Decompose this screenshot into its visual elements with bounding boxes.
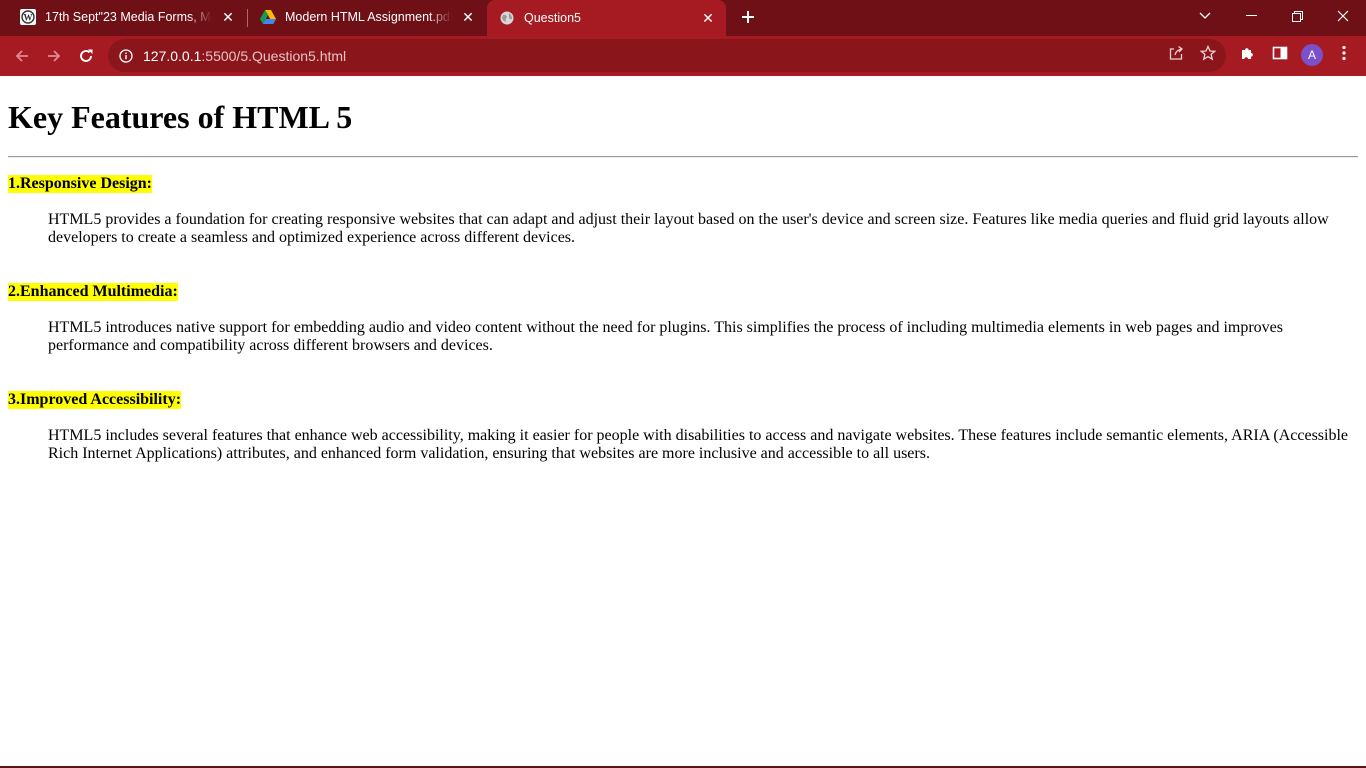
tab-question5-active[interactable]: Question5 ✕ — [487, 0, 726, 36]
forward-button[interactable] — [40, 42, 68, 70]
reload-button[interactable] — [72, 42, 100, 70]
tab-title: Question5 — [524, 11, 581, 25]
arrow-left-icon — [15, 50, 28, 62]
divider — [8, 156, 1358, 158]
kebab-menu-icon — [1342, 45, 1346, 61]
tab-title: Modern HTML Assignment.pdf - — [285, 10, 452, 24]
url-path: :5500/5.Question5.html — [201, 47, 347, 64]
google-drive-icon — [260, 9, 276, 25]
tab-modern-html-assignment[interactable]: Modern HTML Assignment.pdf - ✕ — [248, 0, 486, 34]
feature-text-enhanced-multimedia: HTML5 introduces native support for embe… — [48, 319, 1284, 354]
share-icon — [1169, 45, 1184, 60]
back-button[interactable] — [8, 42, 36, 70]
url-text: 127.0.0.1:5500/5.Question5.html — [143, 48, 346, 64]
reload-icon — [80, 49, 93, 62]
browser-toolbar: 127.0.0.1:5500/5.Question5.html A — [0, 36, 1366, 76]
page-viewport: Key Features of HTML 5 1.Responsive Desi… — [0, 76, 1366, 768]
feature-title-enhanced-multimedia: 2.Enhanced Multimedia: — [8, 283, 178, 301]
url-host: 127.0.0.1 — [143, 47, 202, 64]
puzzle-icon — [1242, 48, 1253, 59]
feature-text-responsive-design: HTML5 provides a foundation for creating… — [48, 211, 1329, 246]
star-icon — [1200, 45, 1216, 61]
restore-icon — [1291, 10, 1303, 22]
plus-icon — [742, 11, 754, 23]
close-icon[interactable]: ✕ — [218, 7, 238, 27]
bookmark-button[interactable] — [1197, 42, 1219, 64]
close-icon — [1337, 10, 1349, 22]
info-icon[interactable] — [119, 48, 133, 63]
tab-strip: W 17th Sept"23 Media Forms, Mod ✕ Modern… — [0, 0, 1366, 36]
tab-search-button[interactable] — [1182, 0, 1228, 32]
close-window-button[interactable] — [1320, 0, 1366, 32]
close-icon[interactable]: ✕ — [458, 7, 478, 27]
feature-title-improved-accessibility: 3.Improved Accessibility: — [8, 391, 182, 409]
minimize-button[interactable] — [1228, 0, 1274, 32]
tab-media-forms[interactable]: W 17th Sept"23 Media Forms, Mod ✕ — [8, 0, 246, 34]
address-bar[interactable]: 127.0.0.1:5500/5.Question5.html — [108, 39, 1226, 72]
profile-avatar[interactable]: A — [1301, 44, 1323, 66]
restore-button[interactable] — [1274, 0, 1320, 32]
side-panel-icon — [1272, 46, 1288, 60]
wordpress-icon: W — [20, 9, 36, 25]
globe-icon — [499, 10, 515, 26]
minimize-icon — [1245, 15, 1257, 16]
side-panel-button[interactable] — [1269, 42, 1291, 64]
chevron-down-icon — [1199, 12, 1211, 19]
arrow-right-icon — [48, 50, 61, 62]
extensions-button[interactable] — [1237, 42, 1259, 64]
feature-title-responsive-design: 1.Responsive Design: — [8, 175, 153, 193]
close-icon[interactable]: ✕ — [698, 8, 718, 28]
share-button[interactable] — [1165, 42, 1187, 64]
tab-title: 17th Sept"23 Media Forms, Mod — [45, 10, 212, 24]
new-tab-button[interactable] — [736, 5, 760, 29]
feature-text-improved-accessibility: HTML5 includes several features that enh… — [48, 427, 1349, 462]
page-title: Key Features of HTML 5 — [8, 99, 353, 135]
svg-text:W: W — [24, 13, 33, 23]
menu-button[interactable] — [1333, 42, 1355, 64]
